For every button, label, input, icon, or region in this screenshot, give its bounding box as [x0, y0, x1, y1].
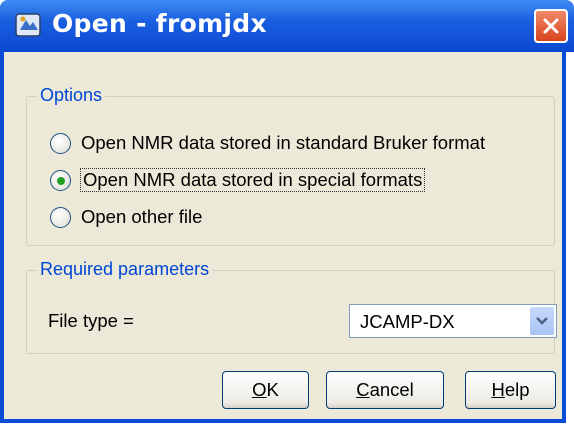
title-bar[interactable]: Open - fromjdx	[0, 0, 574, 52]
dropdown-button[interactable]	[530, 307, 554, 335]
ok-button[interactable]: OK	[222, 371, 309, 409]
radio-label: Open NMR data stored in standard Bruker …	[81, 132, 486, 153]
close-icon	[543, 18, 559, 34]
help-mnemonic: H	[491, 379, 505, 400]
help-label: elp	[504, 379, 530, 400]
radio-other-file[interactable]: Open other file	[50, 204, 202, 230]
required-parameters-legend: Required parameters	[37, 259, 213, 280]
radio-special-formats[interactable]: Open NMR data stored in special formats	[50, 167, 426, 193]
ok-mnemonic: O	[252, 379, 267, 400]
application-icon	[14, 10, 44, 40]
cancel-button[interactable]: Cancel	[326, 371, 444, 409]
ok-label: K	[266, 379, 279, 400]
options-legend: Options	[37, 85, 106, 106]
window-title: Open - fromjdx	[52, 9, 267, 38]
file-type-value: JCAMP-DX	[360, 311, 455, 332]
radio-button-selected[interactable]	[50, 169, 71, 191]
cancel-label: ancel	[369, 379, 414, 400]
radio-button[interactable]	[50, 206, 71, 228]
radio-label: Open NMR data stored in special formats	[79, 168, 426, 192]
close-button[interactable]	[534, 9, 568, 43]
radio-label: Open other file	[81, 206, 203, 227]
open-dialog: Open - fromjdx Options Open NMR data sto…	[0, 0, 574, 423]
file-type-label: File type =	[48, 310, 134, 331]
chevron-down-icon	[536, 317, 548, 325]
radio-standard-bruker[interactable]: Open NMR data stored in standard Bruker …	[50, 130, 485, 156]
radio-button[interactable]	[50, 132, 71, 154]
help-button[interactable]: Help	[465, 371, 556, 409]
file-type-select[interactable]: JCAMP-DX	[349, 304, 557, 338]
cancel-mnemonic: C	[356, 379, 370, 400]
